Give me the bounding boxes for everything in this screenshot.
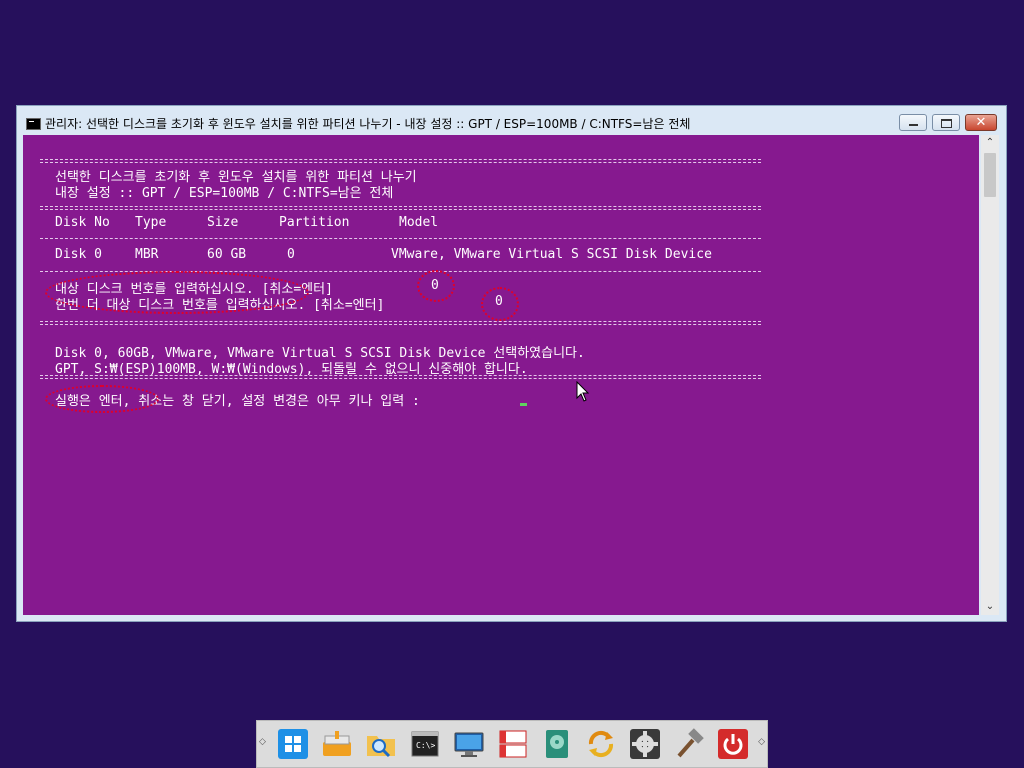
window-title: 관리자: 선택한 디스크를 초기화 후 윈도우 설치를 위한 파티션 나누기 -… (45, 117, 691, 131)
power-icon[interactable] (717, 728, 749, 760)
cell-disk-no: Disk 0 (55, 247, 102, 262)
cell-model: VMware, VMware Virtual S SCSI Disk Devic… (391, 247, 712, 262)
taskbar-left-arrow-icon[interactable]: ◇ (259, 737, 266, 747)
text-cursor (520, 403, 527, 406)
windows-start-icon[interactable] (277, 728, 309, 760)
col-header-type: Type (135, 215, 167, 230)
console-area[interactable]: 선택한 디스크를 초기화 후 윈도우 설치를 위한 파티션 나누기 내장 설정 … (23, 135, 979, 615)
col-header-size: Size (207, 215, 239, 230)
col-header-disk-no: Disk No (55, 215, 110, 230)
taskbar: ◇ ◇ C:\> (256, 720, 768, 768)
scroll-thumb[interactable] (984, 153, 996, 197)
monitor-icon[interactable] (453, 728, 485, 760)
taskbar-right-arrow-icon[interactable]: ◇ (758, 737, 765, 747)
partition-tool-icon[interactable] (497, 728, 529, 760)
close-icon: ✕ (975, 115, 987, 130)
highlight-circle-prompts (45, 271, 309, 314)
separator-double (40, 159, 761, 163)
col-header-partition: Partition (279, 215, 350, 230)
minimize-button[interactable] (899, 114, 927, 131)
cell-type: MBR (135, 247, 159, 262)
separator-double (40, 321, 761, 325)
disk-utility-icon[interactable] (541, 728, 573, 760)
title-bar[interactable]: 관리자: 선택한 디스크를 초기화 후 윈도우 설치를 위한 파티션 나누기 -… (17, 106, 1006, 136)
cell-size: 60 GB (207, 247, 247, 262)
col-header-model: Model (399, 215, 439, 230)
file-explorer-search-icon[interactable] (365, 728, 397, 760)
command-prompt-icon[interactable]: C:\> (409, 728, 441, 760)
maximize-icon (933, 115, 959, 130)
highlight-circle-value-1 (417, 270, 455, 302)
svg-text:C:\>: C:\> (416, 741, 435, 750)
tools-hammer-icon[interactable] (673, 728, 705, 760)
maximize-button[interactable] (932, 114, 960, 131)
cmd-window-icon (26, 118, 41, 130)
settings-gear-icon[interactable] (629, 728, 661, 760)
mouse-pointer-icon (576, 381, 590, 402)
sync-arrows-icon[interactable] (585, 728, 617, 760)
separator-single (40, 238, 761, 239)
separator-double (40, 375, 761, 379)
vertical-scrollbar[interactable]: ⌃ ⌄ (981, 135, 999, 615)
header-line-2: 내장 설정 :: GPT / ESP=100MB / C:NTFS=남은 전체 (55, 186, 394, 201)
cell-partition: 0 (287, 247, 295, 262)
scroll-down-icon[interactable]: ⌄ (981, 599, 999, 615)
console-window: 관리자: 선택한 디스크를 초기화 후 윈도우 설치를 위한 파티션 나누기 -… (16, 105, 1007, 622)
scroll-up-icon[interactable]: ⌃ (981, 135, 999, 151)
highlight-circle-execute (45, 385, 159, 413)
close-button[interactable]: ✕ (965, 114, 997, 131)
highlight-circle-value-2 (481, 287, 519, 321)
usb-drive-icon[interactable] (321, 728, 353, 760)
minimize-icon (900, 115, 926, 130)
separator-double (40, 206, 761, 210)
